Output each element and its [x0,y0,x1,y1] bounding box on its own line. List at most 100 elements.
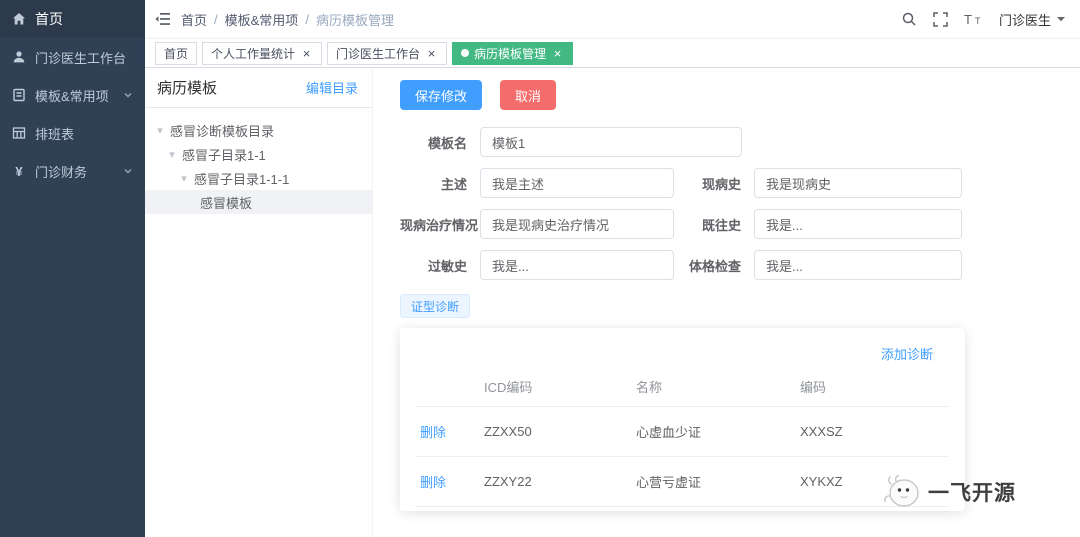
present-illness-input[interactable] [754,168,962,198]
breadcrumb-separator: / [214,11,218,27]
svg-text:T: T [975,16,981,26]
sidebar-item-doctor-workbench[interactable]: 门诊医生工作台 [0,38,145,76]
col-icd-code: ICD编码 [480,367,632,407]
hamburger-icon[interactable] [155,12,171,26]
template-form: 保存修改 取消 模板名 主述 现病史 现病治疗情况 既往史 [373,68,1080,537]
tree-node-label: 感冒诊断模板目录 [170,123,275,139]
save-button[interactable]: 保存修改 [400,80,483,110]
allergy-input[interactable] [480,250,674,280]
breadcrumb-templates[interactable]: 模板&常用项 [225,10,299,29]
caret-down-icon[interactable]: ▾ [179,172,189,185]
col-name: 名称 [632,367,796,407]
tab-syndrome-diagnosis[interactable]: 证型诊断 [400,294,471,318]
cell-code: XXXSZ [796,406,949,457]
edit-directory-button[interactable]: 编辑目录 [306,78,358,97]
caret-down-icon[interactable]: ▾ [167,148,177,161]
sidebar-item-label: 排班表 [35,126,75,142]
physical-exam-input[interactable] [754,250,962,280]
sidebar-item-label: 首页 [35,11,63,27]
form-row-template-name: 模板名 [400,127,1080,157]
app-window: 首页 门诊医生工作台 模板&常用项 排班表 ¥ 门诊财务 首页 / 模板&常用项… [0,0,1080,537]
caret-down-icon[interactable]: ▾ [155,124,165,137]
chief-complaint-label: 主述 [440,176,467,192]
sidebar: 首页 门诊医生工作台 模板&常用项 排班表 ¥ 门诊财务 [0,0,145,537]
tree-node-root[interactable]: ▾ 感冒诊断模板目录 [145,118,372,142]
tree-node-label: 感冒模板 [200,195,253,211]
schedule-table-icon [12,127,26,139]
form-row-treatment-past: 现病治疗情况 既往史 [400,209,1080,239]
cell-name: 心虚血少证 [632,406,796,457]
form-row-chief-present: 主述 现病史 [400,168,1080,198]
physical-exam-label: 体格检查 [688,258,741,274]
close-icon[interactable]: × [551,47,564,60]
panel-header: 病历模板 编辑目录 [145,68,372,108]
delete-link[interactable]: 删除 [416,406,480,457]
breadcrumb-separator: / [305,11,309,27]
tag-label: 首页 [164,46,189,61]
topbar: 首页 / 模板&常用项 / 病历模板管理 TT 门诊医生 [145,0,1080,38]
tag-personal-workload[interactable]: 个人工作量统计 × [202,41,323,65]
fullscreen-icon[interactable] [933,11,948,27]
sidebar-item-templates[interactable]: 模板&常用项 [0,76,145,114]
sidebar-item-schedule[interactable]: 排班表 [0,114,145,152]
tree-node-sub2[interactable]: ▾ 感冒子目录1-1-1 [145,166,372,190]
close-icon[interactable]: × [300,47,313,60]
watermark: 一飞开源 [881,475,1016,509]
cell-icd: ZZXX50 [480,406,632,457]
cell-icd: ZZXY22 [480,456,632,507]
col-code: 编码 [796,367,949,407]
topbar-actions: TT 门诊医生 [901,10,1066,29]
panel-title: 病历模板 [157,80,218,97]
template-directory-panel: 病历模板 编辑目录 ▾ 感冒诊断模板目录 ▾ 感冒子目录1-1 ▾ 感冒子目录1… [145,68,373,537]
tree-node-sub1[interactable]: ▾ 感冒子目录1-1 [145,142,372,166]
sidebar-item-home[interactable]: 首页 [0,0,145,38]
yen-icon: ¥ [15,163,23,179]
chevron-down-icon [124,93,132,98]
add-diagnosis-link[interactable]: 添加诊断 [416,338,949,367]
user-menu[interactable]: 门诊医生 [999,10,1066,29]
user-name: 门诊医生 [998,12,1051,28]
close-icon[interactable]: × [425,47,438,60]
sidebar-item-finance[interactable]: ¥ 门诊财务 [0,152,145,190]
main-column: 首页 / 模板&常用项 / 病历模板管理 TT 门诊医生 首页 个人工作量统计 … [145,0,1080,537]
sidebar-item-label: 模板&常用项 [35,88,109,104]
past-history-input[interactable] [754,209,962,239]
delete-link[interactable]: 删除 [416,456,480,507]
present-illness-label: 现病史 [701,176,741,192]
cell-name: 心营亏虚证 [632,456,796,507]
tag-label: 个人工作量统计 [211,46,296,61]
cancel-button[interactable]: 取消 [500,80,557,110]
sidebar-item-label: 门诊医生工作台 [35,50,127,66]
tag-home[interactable]: 首页 [155,41,198,65]
doctor-workbench-icon [13,51,25,63]
svg-text:T: T [964,12,972,26]
table-header-row: ICD编码 名称 编码 [416,367,949,407]
past-history-label: 既往史 [701,217,741,233]
diagnosis-table: ICD编码 名称 编码 删除 ZZXX50 心虚血少证 XXXSZ 删除 ZZX… [416,367,949,507]
tag-doctor-workbench[interactable]: 门诊医生工作台 × [327,41,448,65]
chief-complaint-input[interactable] [480,168,674,198]
sidebar-item-label: 门诊财务 [35,164,88,180]
treatment-input[interactable] [480,209,674,239]
tags-view: 首页 个人工作量统计 × 门诊医生工作台 × 病历模板管理 × [145,38,1080,68]
tree-node-selected-template[interactable]: 感冒模板 [145,190,372,214]
form-row-allergy-exam: 过敏史 体格检查 [400,250,1080,280]
template-name-input[interactable] [480,127,742,157]
table-row: 删除 ZZXY22 心营亏虚证 XYKXZ [416,456,949,507]
tag-label: 门诊医生工作台 [336,46,421,61]
active-dot [461,49,470,57]
breadcrumb: 首页 / 模板&常用项 / 病历模板管理 [181,10,394,29]
breadcrumb-home[interactable]: 首页 [181,10,207,29]
home-icon [13,13,25,25]
template-tree: ▾ 感冒诊断模板目录 ▾ 感冒子目录1-1 ▾ 感冒子目录1-1-1 感冒模板 [145,108,372,224]
tag-label: 病历模板管理 [474,46,547,61]
allergy-label: 过敏史 [427,258,467,274]
tree-node-label: 感冒子目录1-1 [182,147,266,163]
col-action [416,367,480,407]
search-icon[interactable] [901,11,917,27]
form-actions: 保存修改 取消 [400,80,1080,110]
tree-node-label: 感冒子目录1-1-1 [194,171,290,187]
chick-logo-icon [884,475,919,507]
font-size-icon[interactable]: TT [964,12,983,26]
tag-record-template-active[interactable]: 病历模板管理 × [452,41,574,65]
